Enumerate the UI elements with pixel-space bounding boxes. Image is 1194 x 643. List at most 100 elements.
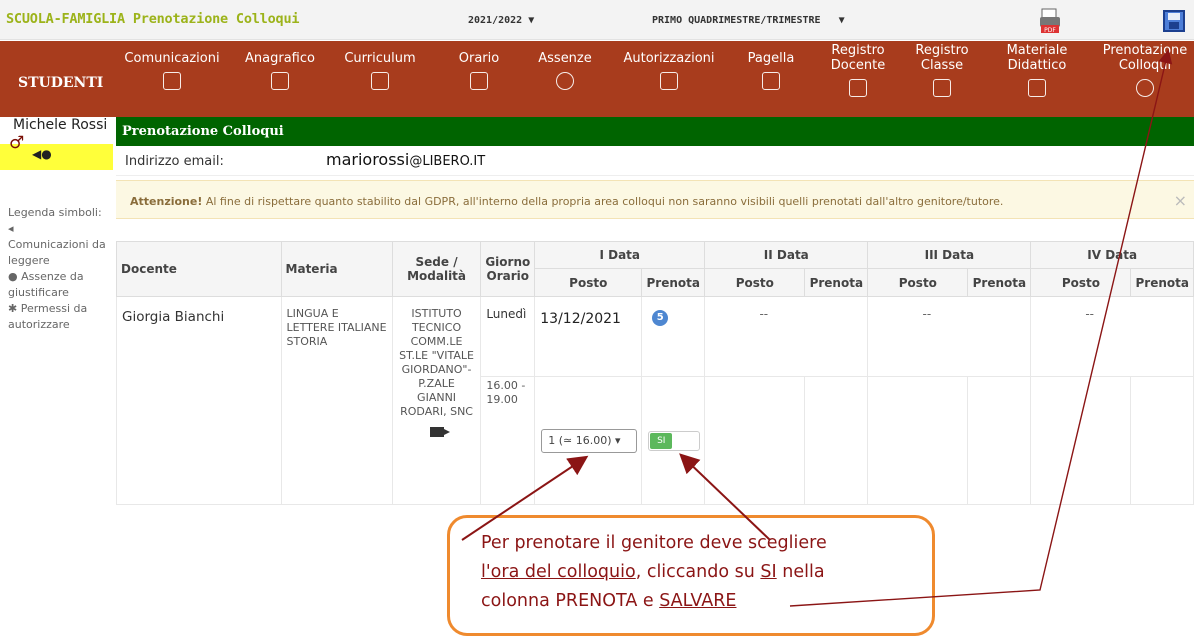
header-data2: II Data — [704, 241, 869, 269]
panel-title: Prenotazione Colloqui — [116, 117, 1194, 146]
nav-item-curriculum[interactable]: Curriculum — [340, 51, 420, 90]
svg-text:PDF: PDF — [1044, 27, 1056, 34]
main-navbar: STUDENTI Comunicazioni Anagrafico Curric… — [0, 41, 1194, 117]
cell-sede: ISTITUTO TECNICO COMM.LE ST.LE "VITALE G… — [391, 296, 482, 505]
nav-item-prenotazione-colloqui[interactable]: Prenotazione Colloqui — [1096, 43, 1194, 97]
nav-item-materiale-didattico[interactable]: Materiale Didattico — [996, 43, 1078, 97]
top-bar: SCUOLA-FAMIGLIA Prenotazione Colloqui 20… — [0, 0, 1194, 40]
empty-cell — [704, 376, 806, 505]
slot-select[interactable]: 1 (≃ 16.00) ▾ — [541, 429, 638, 453]
header-posto: Posto — [534, 268, 643, 297]
email-label: Indirizzo email: — [125, 154, 224, 169]
cell-giorno: Lunedì — [480, 296, 536, 377]
header-docente: Docente — [116, 241, 282, 297]
book-icon — [849, 79, 867, 97]
legend-title: Legenda simboli: — [8, 206, 102, 219]
instruction-callout: Per prenotare il genitore deve scegliere… — [447, 515, 935, 636]
legend-item: Comunicazioni da leggere — [8, 238, 106, 267]
nav-item-comunicazioni[interactable]: Comunicazioni — [122, 51, 222, 90]
cell-docente: Giorgia Bianchi — [116, 296, 282, 505]
sede-text: ISTITUTO TECNICO COMM.LE ST.LE "VITALE G… — [399, 307, 474, 418]
legend-item: ● Assenze da giustificare — [8, 269, 113, 301]
email-user: mariorossi — [326, 150, 410, 169]
pdf-icon[interactable]: PDF — [1038, 8, 1062, 34]
nav-label: Comunicazioni — [124, 51, 220, 66]
cell-slot: 1 (≃ 16.00) ▾ — [534, 376, 643, 505]
cell-badge: 5 — [641, 296, 706, 377]
slot-value: 1 (≃ 16.00) — [548, 434, 612, 447]
header-data3: III Data — [867, 241, 1032, 269]
puzzle-icon — [1028, 79, 1046, 97]
callout-highlight: SI — [760, 562, 777, 582]
header-posto: Posto — [1030, 268, 1132, 297]
callout-line: colonna PRENOTA e SALVARE — [481, 587, 921, 616]
year-select[interactable]: 2021/2022 ▼ — [468, 15, 534, 26]
header-posto: Posto — [704, 268, 806, 297]
nav-item-assenze[interactable]: Assenze — [532, 51, 598, 90]
header-prenota: Prenota — [641, 268, 706, 297]
absence-icon: ● — [8, 270, 18, 283]
nav-label: Assenze — [538, 51, 592, 66]
header-prenota: Prenota — [1130, 268, 1194, 297]
cell-date1: 13/12/2021 — [534, 296, 643, 377]
year-label: 2021/2022 — [468, 15, 523, 26]
close-icon[interactable]: × — [1174, 191, 1187, 210]
header-posto: Posto — [867, 268, 969, 297]
empty-cell — [1030, 376, 1132, 505]
student-name[interactable]: Michele Rossi — [13, 118, 113, 146]
gdpr-warning: Attenzione! Al fine di rispettare quanto… — [116, 180, 1194, 219]
megaphone-icon: ◂ — [8, 222, 14, 235]
callout-text-part: nella — [776, 562, 825, 582]
form-icon — [271, 72, 289, 90]
nav-section-label: STUDENTI — [18, 75, 104, 91]
chevron-down-icon: ▼ — [838, 15, 845, 26]
table-row: Giorgia Bianchi LINGUA E LETTERE ITALIAN… — [116, 296, 1194, 505]
notification-icons: ◀● — [32, 147, 52, 161]
callout-line: l'ora del colloquio, cliccando su SI nel… — [481, 558, 921, 587]
nav-label: Prenotazione Colloqui — [1102, 43, 1188, 73]
nav-label: Orario — [458, 51, 500, 66]
callout-highlight: l'ora del colloquio — [481, 562, 636, 582]
chevron-down-icon: ▼ — [528, 15, 535, 26]
cell-prenota: SI — [641, 376, 706, 505]
callout-text-part: , cliccando su — [635, 562, 761, 582]
nav-item-anagrafico[interactable]: Anagrafico — [240, 51, 320, 90]
callout-text-part: colonna PRENOTA e — [481, 591, 660, 611]
calendar-icon — [470, 72, 488, 90]
nav-label: Pagella — [747, 51, 795, 66]
report-icon — [762, 72, 780, 90]
nav-label: Curriculum — [344, 51, 416, 66]
document-icon — [371, 72, 389, 90]
toggle-label: SI — [650, 433, 673, 449]
empty-cell — [867, 376, 969, 505]
meeting-icon — [1136, 79, 1154, 97]
legend-item-text: Permessi da autorizzare — [8, 302, 88, 331]
cell-date4: -- — [1030, 296, 1194, 377]
header-prenota: Prenota — [967, 268, 1032, 297]
period-select[interactable]: PRIMO QUADRIMESTRE/TRIMESTRE ▼ — [652, 15, 845, 26]
email-domain: @LIBERO.IT — [409, 154, 486, 169]
prenota-toggle[interactable]: SI — [648, 431, 701, 451]
header-sede: Sede / Modalità — [391, 241, 482, 297]
nav-label: Materiale Didattico — [1006, 43, 1068, 73]
video-camera-icon — [429, 427, 450, 437]
cell-materia: LINGUA E LETTERE ITALIANE STORIA — [280, 296, 393, 505]
nav-item-pagella[interactable]: Pagella — [738, 51, 804, 90]
legend-item-text: Assenze da giustificare — [8, 270, 84, 299]
save-icon[interactable] — [1163, 10, 1185, 32]
cell-date3: -- — [867, 296, 1032, 377]
nav-item-registro-docente[interactable]: Registro Docente — [822, 43, 894, 97]
period-label: PRIMO QUADRIMESTRE/TRIMESTRE — [652, 15, 821, 26]
callout-highlight: SALVARE — [659, 591, 737, 611]
header-data4: IV Data — [1030, 241, 1194, 269]
email-value: mariorossi@LIBERO.IT — [326, 150, 485, 169]
nav-item-registro-classe[interactable]: Registro Classe — [906, 43, 978, 97]
approval-icon — [660, 72, 678, 90]
nav-item-autorizzazioni[interactable]: Autorizzazioni — [616, 51, 722, 90]
legend-item: ✱ Permessi da autorizzare — [8, 301, 113, 333]
nav-label: Autorizzazioni — [623, 51, 715, 66]
header-giorno: Giorno Orario — [480, 241, 536, 297]
nav-item-orario[interactable]: Orario — [446, 51, 512, 90]
pen-icon — [163, 72, 181, 90]
header-data1: I Data — [534, 241, 706, 269]
